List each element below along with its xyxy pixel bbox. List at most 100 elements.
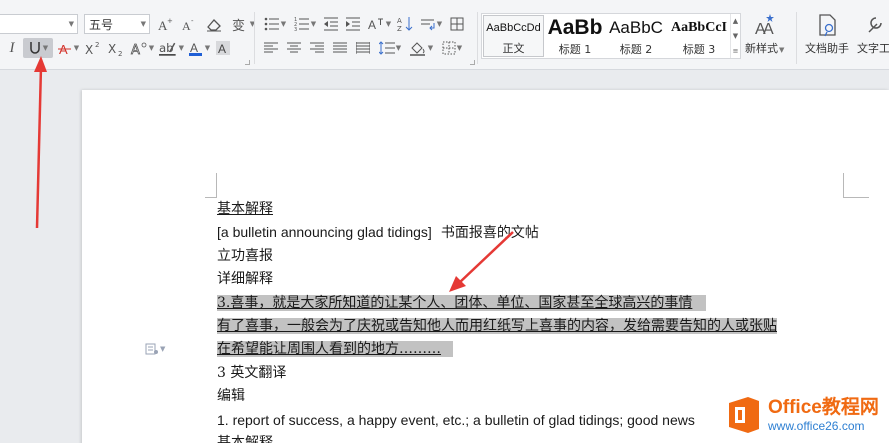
svg-text:变: 变 [232,18,245,32]
svg-text:A: A [218,42,226,56]
style-heading-2[interactable]: AaBbC 标题 2 [606,15,666,57]
svg-text:X: X [85,43,93,56]
crop-mark [205,197,217,198]
chevron-down-icon: ▼ [42,44,49,52]
svg-text:-: - [191,17,194,25]
strikethrough-icon[interactable]: A ▼ [56,38,80,58]
show-hide-marks-icon[interactable]: ▼ [418,14,444,34]
style-sample: AaBb [547,16,603,39]
svg-text:X: X [108,42,116,56]
selected-text-line[interactable]: 在希望能让周围人看到的地方……… [217,341,453,358]
crop-mark [843,173,844,198]
chevron-down-icon: ▼ [68,20,74,28]
svg-text:A: A [368,18,376,32]
highlight-color-icon[interactable]: ab ▼ [158,38,184,58]
style-sample: AaBbC [609,18,663,37]
doc-line[interactable]: 详细解释 [217,271,273,287]
svg-text:+: + [167,17,173,25]
style-sample: AaBbCcI [670,20,727,35]
more-icon[interactable]: ≡ [733,47,739,55]
doc-line[interactable]: 立功喜报 [217,248,273,264]
style-label: 标题 2 [619,43,653,56]
phonetic-guide-icon[interactable]: 变 ▼ [230,14,256,34]
subscript-icon[interactable]: X2 [106,38,126,58]
paragraph-group-launcher-icon[interactable] [470,60,475,65]
office-logo-icon [726,395,762,435]
character-shading-icon[interactable]: A [214,38,232,58]
selected-text-line[interactable]: 有了喜事，一般会为了庆祝或告知他人而用红纸写上喜事的内容，发给需要告知的人或张贴 [217,317,777,334]
chevron-down-icon: ▼ [140,20,146,28]
svg-text:3: 3 [294,27,297,31]
font-name-dropdown[interactable]: ▼ [0,14,78,34]
style-gallery: AaBbCcDd 正文 AaBb 标题 1 AaBbC 标题 2 AaBbCcI… [481,13,741,59]
font-group-launcher-icon[interactable] [245,60,250,65]
site-watermark: Office教程网 www.office26.com [726,391,879,439]
sort-icon[interactable]: AZ [396,14,414,34]
text-tools-label: 文字工 [857,42,889,55]
new-style-button[interactable]: A A 新样式▼ [745,12,784,56]
distribute-icon[interactable] [354,38,372,58]
justify-icon[interactable] [331,38,349,58]
style-heading-3[interactable]: AaBbCcI 标题 3 [668,15,730,57]
svg-text:2: 2 [95,41,99,49]
red-arrow-icon [34,56,47,229]
doc-assistant-button[interactable]: 文档助手 [805,12,849,56]
doc-assistant-icon [819,14,836,37]
paragraph-shading-icon[interactable]: ▼ [408,38,434,58]
chinese-layout-icon[interactable]: A ▼ [366,14,392,34]
style-sample: AaBbCcDd [486,22,541,34]
group-divider [254,12,255,64]
numbered-list-icon[interactable]: 1 2 3 ▼ [292,14,318,34]
chevron-down-icon: ▼ [160,345,166,353]
style-label: 标题 3 [682,43,716,56]
watermark-url: www.office26.com [768,419,865,433]
align-right-icon[interactable] [308,38,326,58]
style-normal[interactable]: AaBbCcDd 正文 [483,15,544,57]
ribbon-toolbar: ▼ 五号 ▼ A + A- 变 ▼ I ▼ A ▼ X2 X2 A ▼ ab ▼… [0,0,889,70]
italic-icon[interactable]: I [4,38,20,58]
bullet-list-icon[interactable]: ▼ [262,14,288,34]
style-gallery-scroll[interactable]: ▲ ▼ ≡ [730,14,740,58]
clear-format-eraser-icon[interactable] [204,14,224,34]
doc-line[interactable]: 基本解释 [217,435,273,443]
style-label: 标题 1 [558,43,592,56]
underline-icon [30,42,40,54]
line-spacing-icon[interactable]: ▼ [377,38,403,58]
align-left-icon[interactable] [262,38,280,58]
doc-line[interactable]: 1. report of success, a happy event, etc… [217,412,695,428]
doc-line[interactable]: 3 英文翻译 [217,365,286,381]
font-size-value: 五号 [89,17,114,32]
text-effects-icon[interactable]: A ▼ [129,38,155,58]
selected-text-line[interactable]: 3.喜事，就是大家所知道的让某个人、团体、单位、国家甚至全球高兴的事情 [217,294,707,311]
align-center-icon[interactable] [285,38,303,58]
doc-line[interactable]: 基本解释 [217,201,273,217]
borders-icon[interactable]: ▼ [439,38,465,58]
decrease-indent-icon[interactable] [322,14,340,34]
svg-text:2: 2 [118,50,122,56]
watermark-title: Office教程网 [768,397,879,418]
svg-text:A: A [397,17,402,25]
underline-button[interactable]: ▼ [23,38,53,58]
text-tools-button[interactable]: 文字工 [857,12,889,56]
doc-line[interactable]: 编辑 [217,388,245,404]
new-style-label: 新样式 [745,42,778,55]
chevron-down-icon[interactable]: ▼ [733,32,738,40]
font-color-icon[interactable]: A ▼ [187,38,211,58]
superscript-icon[interactable]: X2 [83,38,103,58]
text-tools-wrench-icon [867,17,882,33]
doc-line[interactable]: [a bulletin announcing glad tidings] [217,224,432,240]
paragraph-layout-icon[interactable]: ▼ [145,343,165,355]
chevron-up-icon[interactable]: ▲ [733,17,738,25]
svg-text:A: A [763,21,774,38]
grow-font-icon[interactable]: A + [156,14,174,34]
doc-assistant-label: 文档助手 [805,42,849,55]
svg-text:A: A [131,43,140,56]
style-heading-1[interactable]: AaBb 标题 1 [546,15,604,57]
increase-indent-icon[interactable] [344,14,362,34]
style-label: 正文 [502,42,525,55]
group-divider [796,12,797,64]
font-size-dropdown[interactable]: 五号 ▼ [84,14,150,34]
table-grid-icon[interactable] [448,14,466,34]
shrink-font-icon[interactable]: A- [180,14,198,34]
doc-line[interactable]: 书面报喜的文帖 [441,225,539,241]
